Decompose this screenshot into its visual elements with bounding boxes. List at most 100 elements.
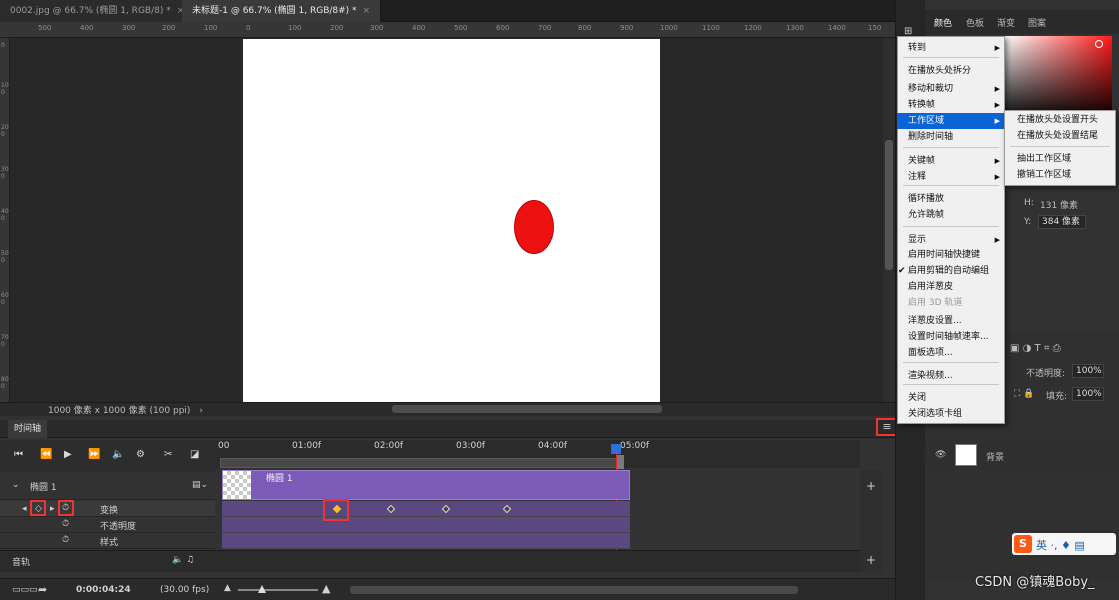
- ruler-tick: 100: [288, 24, 302, 32]
- menu-separator: [903, 362, 999, 363]
- ruler-tick: 0: [1, 42, 5, 49]
- timeline-scrollbar[interactable]: [350, 586, 798, 594]
- menu-item[interactable]: 移动和裁切 ▶: [897, 81, 1005, 97]
- playhead-handle[interactable]: [611, 444, 621, 454]
- menu-item-label: 允许跳帧: [908, 210, 945, 220]
- menu-item[interactable]: 关闭: [897, 390, 1005, 406]
- property-row-style[interactable]: 样式 ⏱: [0, 533, 215, 549]
- film-strip-icon[interactable]: ▤⌄: [192, 480, 208, 490]
- menu-item-label: 循环播放: [908, 194, 945, 204]
- menu-item-label: 关闭: [908, 393, 927, 403]
- menu-separator: [1010, 146, 1110, 147]
- work-area-bar[interactable]: [220, 458, 623, 468]
- zoom-out-icon[interactable]: ▲: [224, 583, 231, 593]
- status-arrow-icon[interactable]: ›: [199, 406, 203, 416]
- audio-mute-icon[interactable]: 🔈 ♫: [172, 555, 194, 565]
- previous-frame-icon[interactable]: ⏪: [40, 449, 52, 460]
- eye-icon[interactable]: 👁: [935, 450, 946, 460]
- menu-item[interactable]: 设置时间轴帧速率...: [897, 329, 1005, 345]
- tab-timeline[interactable]: 时间轴: [8, 420, 48, 438]
- transition-icon[interactable]: ◪: [190, 449, 199, 460]
- render-arrow-icon[interactable]: ➦: [38, 583, 47, 596]
- horizontal-ruler: 500 400 300 200 100 0 100 200 300 400 50…: [0, 22, 895, 38]
- menu-item[interactable]: 洋葱皮设置...: [897, 313, 1005, 329]
- add-audio-button[interactable]: +: [866, 553, 876, 567]
- menu-item[interactable]: ✔ 启用剪辑的自动编组: [897, 263, 1005, 279]
- split-scissors-icon[interactable]: ✂: [164, 449, 172, 460]
- menu-item[interactable]: 关键帧 ▶: [897, 153, 1005, 169]
- submenu-item[interactable]: 在播放头处设置结尾: [1005, 128, 1115, 144]
- menu-item[interactable]: 注释 ▶: [897, 169, 1005, 185]
- menu-item[interactable]: 删除时间轴: [897, 129, 1005, 145]
- audio-track[interactable]: [0, 550, 860, 572]
- layer-thumbnail: [955, 444, 977, 466]
- zoom-slider[interactable]: [238, 589, 318, 591]
- color-picker-field[interactable]: [1005, 36, 1112, 120]
- document-canvas[interactable]: [243, 39, 660, 402]
- tab-patterns[interactable]: 图案: [1028, 16, 1046, 29]
- menu-item[interactable]: 工作区域 ▶: [897, 113, 1005, 129]
- property-row-opacity[interactable]: 不透明度 ⏱: [0, 517, 215, 533]
- audio-icon[interactable]: 🔈: [112, 449, 124, 460]
- transform-track[interactable]: [222, 501, 630, 517]
- menu-item[interactable]: 面板选项...: [897, 345, 1005, 361]
- submenu-item[interactable]: 抽出工作区域: [1005, 151, 1115, 167]
- ime-status[interactable]: 英 ·, ♦ ▤: [1036, 537, 1085, 553]
- sogou-logo-icon[interactable]: S: [1014, 535, 1032, 553]
- menu-item-label: 设置时间轴帧速率...: [908, 332, 989, 342]
- frame-mode-icon[interactable]: ▭▭▭: [12, 585, 38, 595]
- work-area-end-handle[interactable]: [617, 455, 624, 469]
- document-tab-untitled[interactable]: 未标题-1 @ 66.7% (椭圆 1, RGB/8#) * ×: [182, 0, 382, 22]
- menu-item[interactable]: 在播放头处拆分: [897, 63, 1005, 79]
- add-media-button[interactable]: +: [866, 479, 876, 493]
- previous-keyframe-icon[interactable]: ◂: [22, 504, 27, 514]
- next-keyframe-icon[interactable]: ▸: [50, 504, 55, 514]
- highlight-box: [30, 500, 46, 516]
- submenu-item[interactable]: 在播放头处设置开头: [1005, 112, 1115, 128]
- stopwatch-icon[interactable]: ⏱: [62, 519, 69, 529]
- menu-item[interactable]: 显示 ▶: [897, 232, 1005, 248]
- opacity-input[interactable]: 100%: [1072, 364, 1104, 378]
- tab-color[interactable]: 颜色: [934, 16, 952, 29]
- fill-input[interactable]: 100%: [1072, 387, 1104, 401]
- menu-item-label: 启用剪辑的自动编组: [908, 266, 990, 276]
- stopwatch-icon[interactable]: ⏱: [62, 535, 69, 545]
- ruler-tick: 100: [204, 24, 218, 32]
- menu-item[interactable]: 启用时间轴快捷键: [897, 247, 1005, 263]
- color-picker-cursor[interactable]: [1095, 40, 1103, 48]
- menu-item[interactable]: 转换帧 ▶: [897, 97, 1005, 113]
- menu-item[interactable]: 关闭选项卡组: [897, 406, 1005, 422]
- collapse-chevron-icon[interactable]: ⌄: [12, 480, 20, 490]
- y-value[interactable]: 384 像素: [1038, 215, 1086, 229]
- next-frame-icon[interactable]: ⏩: [88, 449, 100, 460]
- menu-item[interactable]: 循环播放: [897, 191, 1005, 207]
- menu-item[interactable]: 转到 ▶: [897, 40, 1005, 56]
- lock-icons[interactable]: ⛶ 🔒: [1014, 389, 1034, 399]
- h-value[interactable]: 131 像素: [1040, 198, 1078, 211]
- style-track[interactable]: [222, 533, 630, 549]
- close-icon[interactable]: ×: [363, 6, 371, 16]
- play-icon[interactable]: ▶: [64, 449, 72, 460]
- gear-icon[interactable]: ⚙: [136, 449, 145, 460]
- layer-filter-icons[interactable]: ▣ ◑ T ⌗ ⎙: [1010, 343, 1061, 354]
- ruler-tick: 300: [1, 166, 9, 180]
- horizontal-scrollbar-thumb[interactable]: [392, 405, 662, 413]
- menu-item[interactable]: 渲染视频...: [897, 368, 1005, 384]
- first-frame-icon[interactable]: ⏮: [14, 449, 23, 460]
- submenu-arrow-icon: ▶: [994, 44, 1000, 52]
- ruler-tick: 1100: [702, 24, 720, 32]
- highlight-box: [323, 499, 349, 521]
- zoom-in-icon[interactable]: ▲: [322, 582, 330, 595]
- menu-item-label: 注释: [908, 172, 927, 182]
- menu-item[interactable]: 启用洋葱皮: [897, 279, 1005, 295]
- opacity-track[interactable]: [222, 517, 630, 533]
- scrollbar-thumb[interactable]: [885, 140, 893, 270]
- menu-item-label: 面板选项...: [908, 348, 953, 358]
- tab-gradient[interactable]: 渐变: [997, 16, 1015, 29]
- submenu-item[interactable]: 撤销工作区域: [1005, 167, 1115, 183]
- menu-item[interactable]: 允许跳帧: [897, 207, 1005, 223]
- ellipse-shape[interactable]: [514, 200, 554, 254]
- document-tab-0002[interactable]: 0002.jpg @ 66.7% (椭圆 1, RGB/8) * ×: [0, 0, 196, 22]
- menu-item-label: 渲染视频...: [908, 371, 953, 381]
- tab-swatches[interactable]: 色板: [966, 16, 984, 29]
